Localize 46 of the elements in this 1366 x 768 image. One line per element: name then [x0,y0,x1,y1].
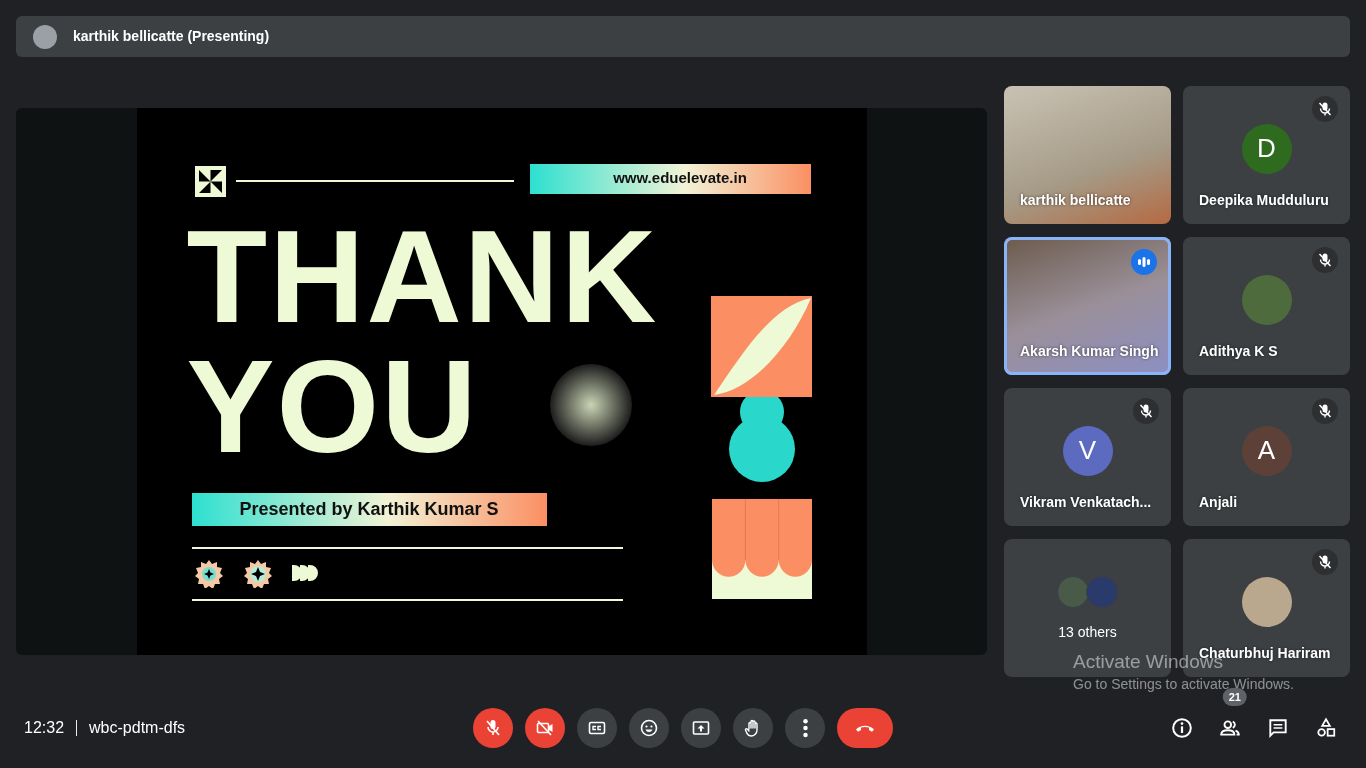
muted-mic-icon [1317,100,1333,117]
hand-button[interactable] [733,708,773,748]
slide-title: THANK [186,210,659,343]
participant-count: 21 [1222,688,1247,706]
muted-mic-icon [1317,402,1333,419]
others-count: 13 others [1057,622,1118,642]
avatar-initial: A [1241,425,1292,476]
muted-mic-icon [1317,251,1333,268]
muted-mic-icon [1138,402,1154,419]
mic-button[interactable] [473,708,513,748]
clock-time: 12:32 [24,718,65,738]
avatar-initial: V [1062,425,1113,476]
participant-name: Deepika Mudduluru [1199,190,1329,210]
reactions-button[interactable] [629,708,669,748]
more-button[interactable] [785,708,825,748]
mic-icon [483,718,503,738]
participant-name: karthik bellicatte [1020,190,1131,210]
more-options-icon [802,718,808,738]
logo-icon [194,165,226,197]
avatar-initial: D [1241,123,1292,174]
presenter-banner: Presented by Karthik Kumar S [191,492,547,526]
present-button[interactable] [681,708,721,748]
star-badge-icon [194,559,223,588]
participant-name: Adithya K S [1199,341,1278,361]
leave-call-button[interactable] [837,708,893,748]
camera-icon [535,718,555,738]
present-screen-icon [691,718,711,738]
camera-button[interactable] [525,708,565,748]
participant-name: Akarsh Kumar Singh [1020,341,1159,361]
muted-mic-icon [1317,553,1333,570]
participant-name: Anjali [1199,492,1238,512]
chat-icon [1267,717,1289,739]
info-icon [1171,717,1193,739]
captions-button[interactable] [577,708,617,748]
url-banner: www.eduelevate.in [529,163,811,194]
audio-level-icon [1137,255,1151,268]
star-badge-icon [243,559,272,588]
meeting-code: wbc-pdtm-dfs [89,718,186,738]
shapes-icon [1315,717,1337,739]
avatar-circle [33,24,57,49]
smiley-icon [639,718,659,738]
participant-name: Vikram Venkatach... [1020,492,1152,512]
slide-title: YOU [186,340,479,473]
triple-arrow-icon [291,564,318,581]
photo-placeholder [1086,575,1118,608]
presenter-label: karthik bellicatte (Presenting) [73,27,270,46]
